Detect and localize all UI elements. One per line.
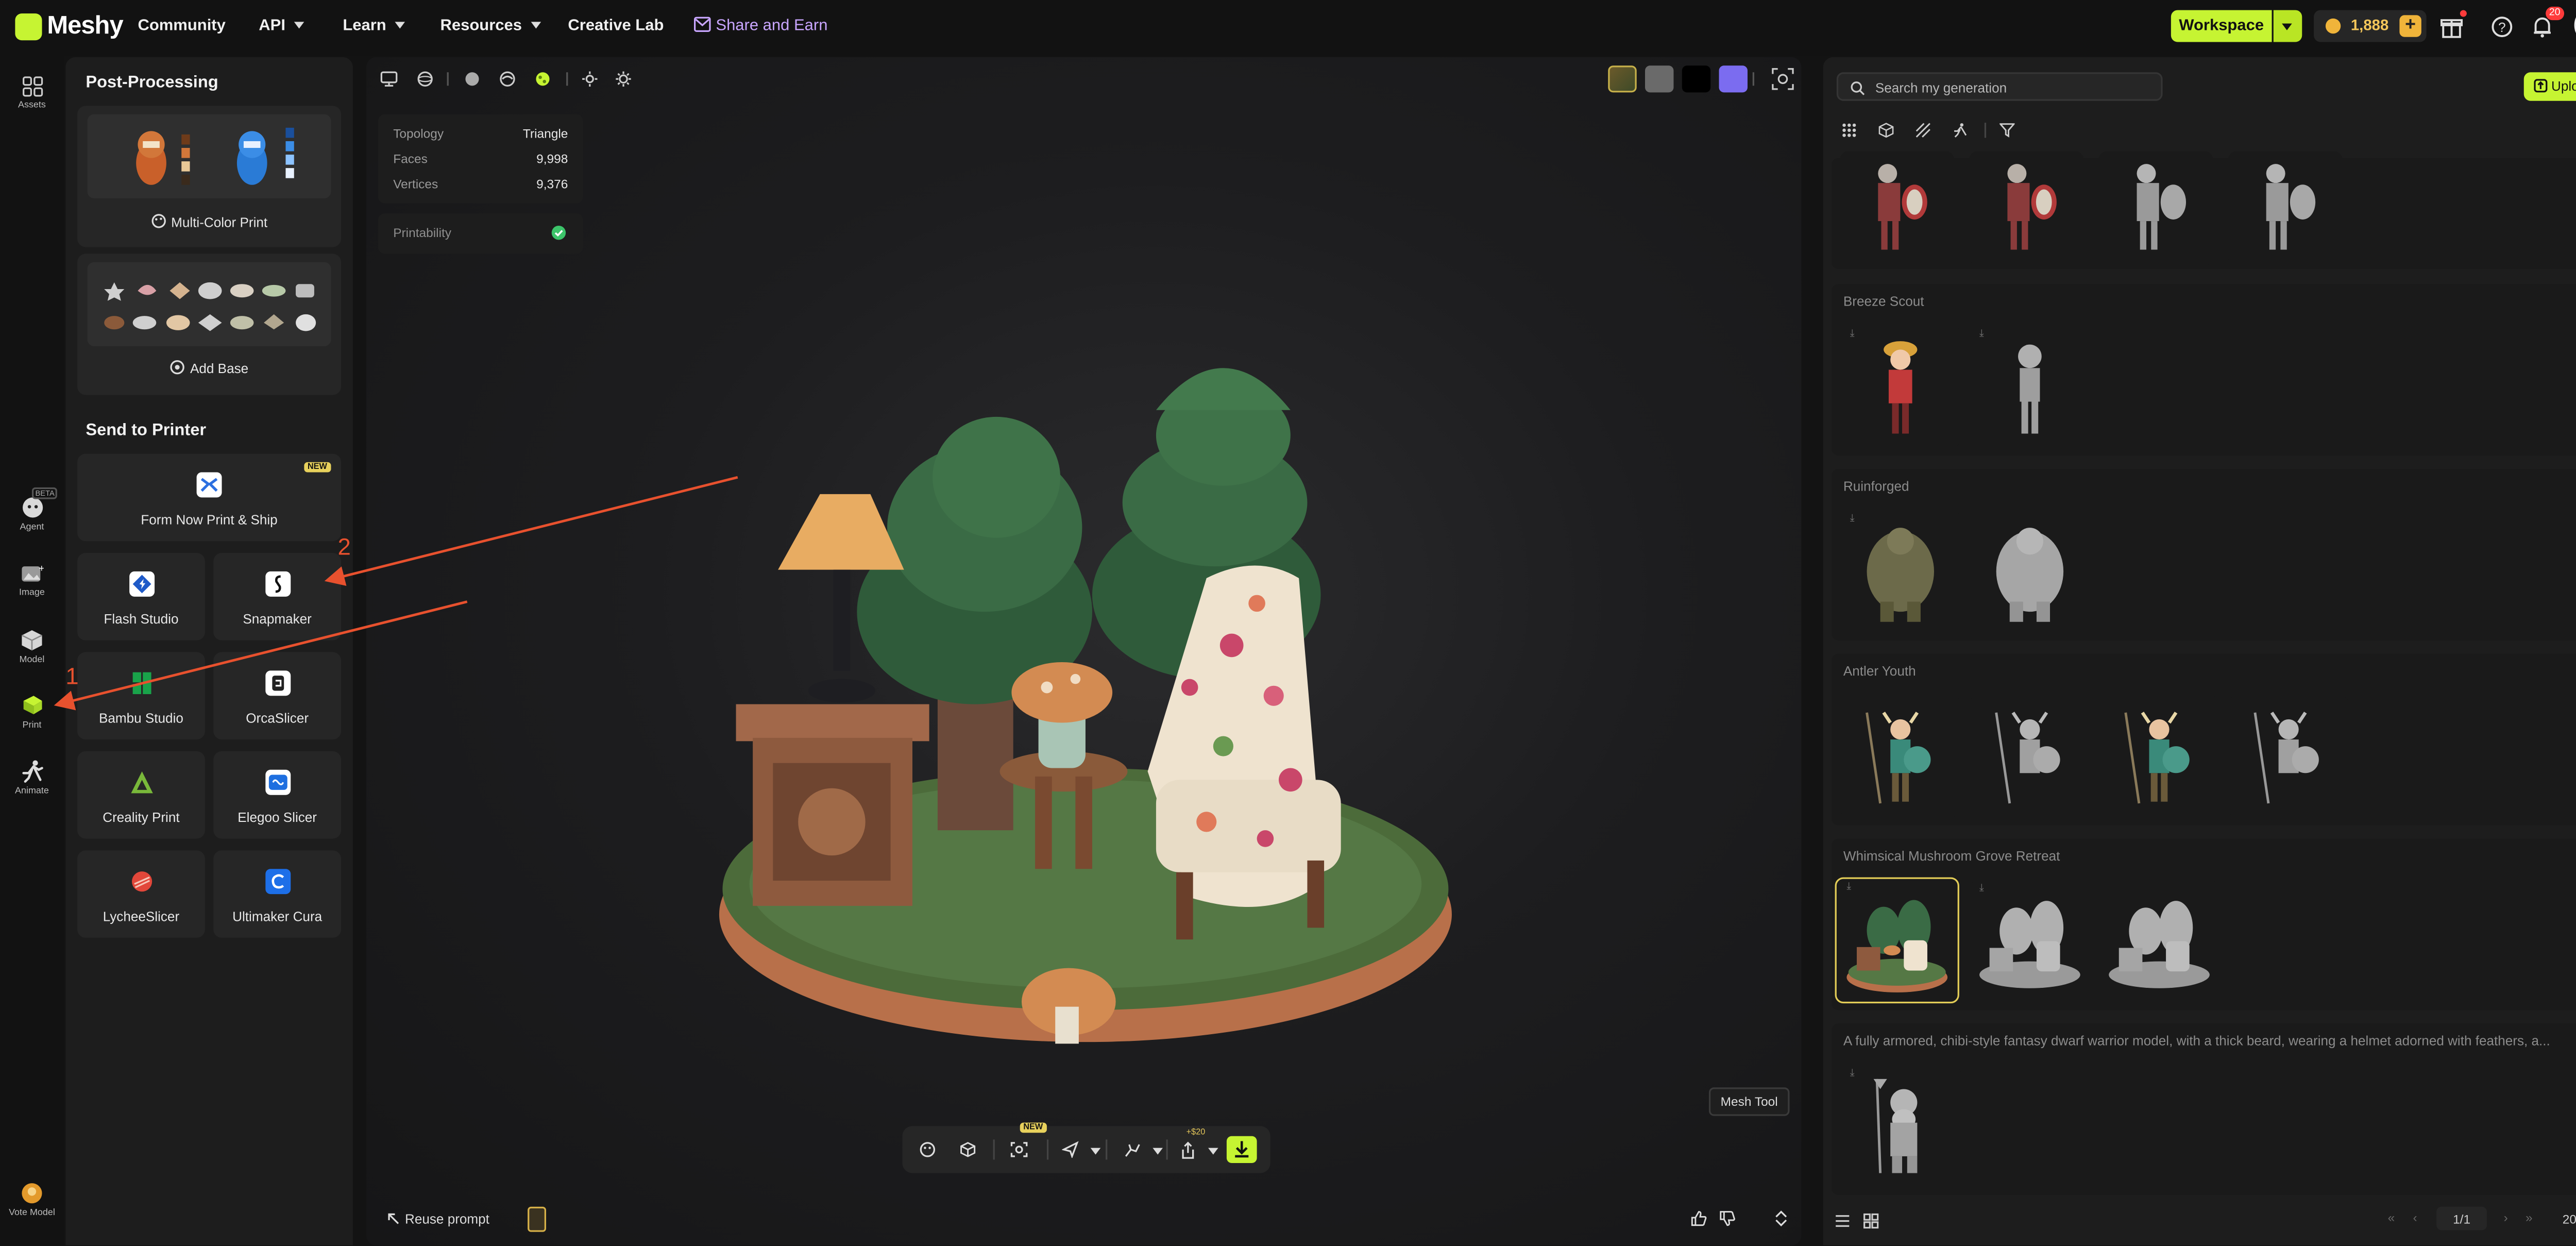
annotation-arrow-1 (54, 600, 468, 711)
annotation-arrows-overlay (54, 476, 738, 711)
annotation-arrow-2 (324, 476, 738, 586)
annotation-label-1: 1 (65, 662, 79, 689)
annotation-label-2: 2 (337, 532, 351, 560)
